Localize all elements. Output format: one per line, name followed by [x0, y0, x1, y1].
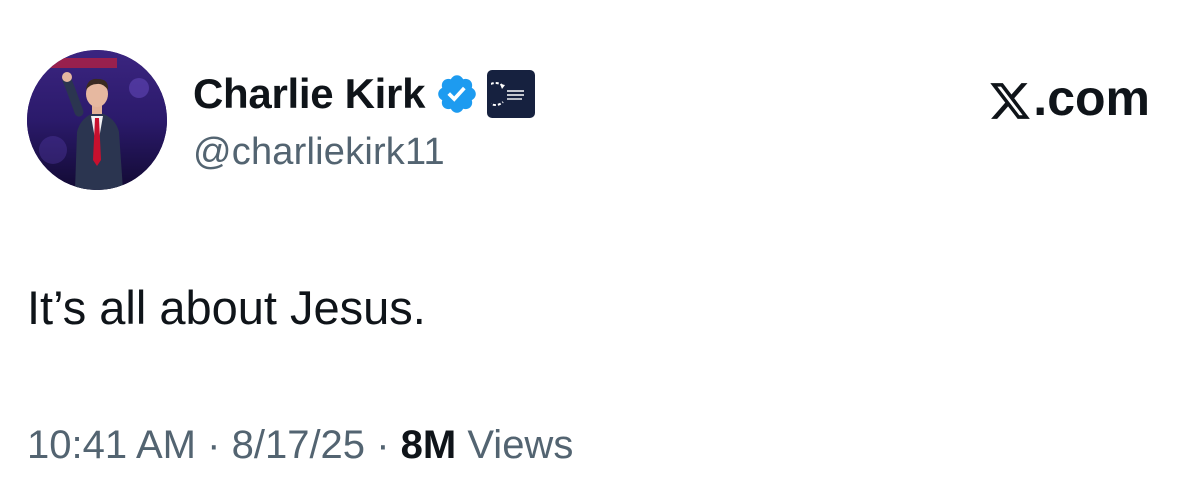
author-block: Charlie Kirk @charliekirk11 [193, 68, 536, 176]
verified-checkmark-icon[interactable] [435, 72, 479, 116]
tweet-meta: 10:41 AM · 8/17/25 · 8M Views [27, 420, 573, 470]
name-row: Charlie Kirk [193, 68, 536, 120]
site-label: .com [988, 68, 1150, 128]
handle[interactable]: @charliekirk11 [193, 128, 535, 176]
tweet-time[interactable]: 10:41 AM [27, 423, 196, 467]
tweet-date[interactable]: 8/17/25 [232, 423, 365, 467]
avatar-photo [27, 50, 167, 190]
affiliate-badge[interactable] [487, 70, 536, 118]
x-logo-icon [988, 76, 1032, 120]
site-domain: .com [1033, 70, 1150, 126]
tweet-text: It’s all about Jesus. [27, 281, 426, 334]
meta-separator: · [207, 423, 221, 467]
tweet-card: Charlie Kirk @charliekirk11 .com It’s al… [0, 0, 1200, 500]
avatar[interactable] [27, 50, 167, 190]
meta-separator: · [376, 423, 390, 467]
display-name[interactable]: Charlie Kirk [193, 68, 425, 120]
views-label: Views [467, 423, 574, 467]
turning-point-logo-icon [491, 82, 525, 106]
views-count: 8M [400, 423, 457, 467]
